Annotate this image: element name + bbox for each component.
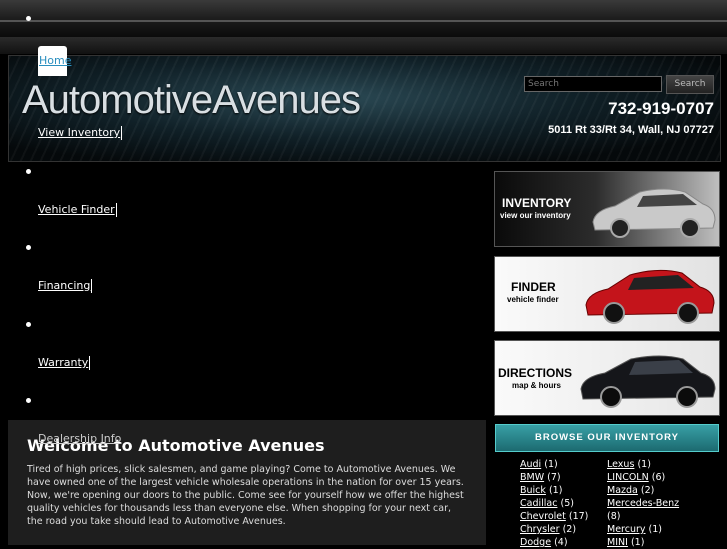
make-link[interactable]: Mercedes-Benz (607, 498, 679, 509)
nav-item-vehicle-finder[interactable]: Vehicle Finder (38, 203, 117, 217)
promo-subtitle: view our inventory (500, 211, 571, 220)
promo-finder[interactable]: FINDER vehicle finder (494, 256, 720, 332)
phone-number: 732-919-0707 (608, 99, 714, 118)
makes-list-right: Lexus (1) LINCOLN (6) Mazda (2) Mercedes… (607, 458, 679, 549)
top-stripe (0, 37, 727, 54)
nav-item-financing[interactable]: Financing (38, 279, 93, 293)
make-link[interactable]: Buick (520, 485, 546, 496)
promo-title: INVENTORY (502, 196, 572, 210)
nav-separator (121, 126, 123, 140)
search-input[interactable] (524, 76, 662, 92)
make-link[interactable]: Mazda (607, 485, 638, 496)
make-link[interactable]: Dodge (520, 537, 551, 548)
make-count: (1) (630, 537, 645, 548)
make-count: (5) (560, 498, 574, 509)
make-count: (6) (651, 472, 666, 483)
nav-separator (89, 356, 91, 370)
list-item: Audi (1) (520, 458, 588, 471)
list-item: MINI (1) (607, 536, 679, 549)
nav-bullet-icon (26, 245, 31, 250)
list-item: Lexus (1) (607, 458, 679, 471)
make-count: (4) (554, 537, 568, 548)
welcome-text: Tired of high prices, slick salesmen, an… (27, 464, 464, 527)
nav-bullet-icon (26, 16, 31, 21)
top-bar (0, 0, 727, 37)
nav-label: View Inventory (38, 126, 121, 139)
nav-label: Vehicle Finder (38, 203, 115, 216)
list-item: Buick (1) (520, 484, 588, 497)
make-count: (7) (547, 472, 561, 483)
make-count: (1) (648, 524, 663, 535)
nav-item-dealership-info[interactable]: Dealership Info (38, 432, 121, 445)
promo-title: FINDER (511, 280, 556, 294)
nav-separator (115, 203, 117, 217)
make-count: (1) (548, 485, 563, 496)
list-item: BMW (7) (520, 471, 588, 484)
make-link[interactable]: Lexus (607, 459, 634, 470)
make-count: (17) (568, 511, 589, 522)
nav-bullet-icon (26, 169, 31, 174)
make-link[interactable]: Mercury (607, 524, 646, 535)
make-count: (8) (607, 511, 621, 522)
list-item: Mazda (2) (607, 484, 679, 497)
make-link[interactable]: Audi (520, 459, 541, 470)
nav-item-home[interactable]: Home (39, 54, 71, 67)
promo-subtitle: vehicle finder (507, 295, 559, 304)
promo-inventory[interactable]: INVENTORY view our inventory (494, 171, 720, 247)
list-item: Dodge (4) (520, 536, 588, 549)
make-count: (2) (640, 485, 655, 496)
dealer-address: 5011 Rt 33/Rt 34, Wall, NJ 07727 (548, 124, 714, 136)
make-link[interactable]: MINI (607, 537, 628, 548)
list-item: Mercedes-Benz (607, 497, 679, 510)
nav-bullet-icon (26, 398, 31, 403)
make-link[interactable]: LINCOLN (607, 472, 649, 483)
make-link[interactable]: Chevrolet (520, 511, 566, 522)
nav-label: Warranty (38, 356, 89, 369)
list-item: (8) (607, 510, 679, 523)
nav-bullet-icon (26, 322, 31, 327)
make-count: (2) (562, 524, 577, 535)
list-item: Mercury (1) (607, 523, 679, 536)
promo-title: DIRECTIONS (498, 366, 573, 380)
nav-item-view-inventory[interactable]: View Inventory (38, 126, 123, 140)
make-link[interactable]: Chrysler (520, 524, 560, 535)
silver-sedan-image (592, 188, 716, 238)
list-item: LINCOLN (6) (607, 471, 679, 484)
nav-item-warranty[interactable]: Warranty (38, 356, 91, 370)
nav-label: Financing (38, 279, 91, 292)
black-sedan-image (580, 355, 716, 408)
makes-list-left: Audi (1) BMW (7) Buick (1) Cadillac (5) … (520, 458, 588, 549)
site-header: AutomotiveAvenues Search 732-919-0707 50… (8, 55, 721, 162)
browse-inventory-button[interactable]: BROWSE OUR INVENTORY (495, 424, 719, 452)
promo-directions[interactable]: DIRECTIONS map & hours (494, 340, 720, 416)
promo-subtitle: map & hours (512, 381, 561, 390)
nav-separator (91, 279, 93, 293)
site-logo[interactable]: AutomotiveAvenues (22, 78, 361, 123)
search-button[interactable]: Search (666, 75, 714, 94)
make-link[interactable]: Cadillac (520, 498, 557, 509)
make-link[interactable]: BMW (520, 472, 544, 483)
red-sedan-image (585, 269, 715, 324)
list-item: Chrysler (2) (520, 523, 588, 536)
list-item: Chevrolet (17) (520, 510, 588, 523)
make-count: (1) (637, 459, 651, 470)
make-count: (1) (544, 459, 558, 470)
list-item: Cadillac (5) (520, 497, 588, 510)
